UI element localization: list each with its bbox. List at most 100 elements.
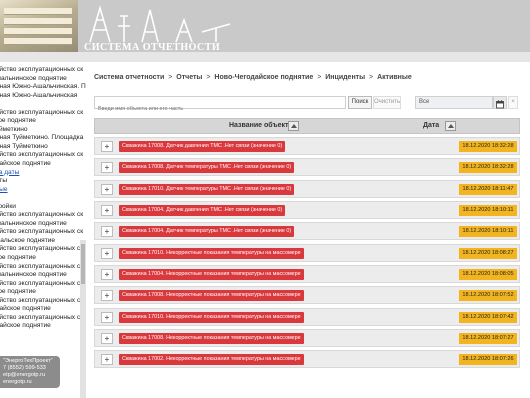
sidebar-tree-item[interactable]: ройство эксплуатационных ск <box>0 151 83 160</box>
table-row: + Скважина 17008. Некорректные показания … <box>94 329 520 348</box>
incident-date-badge: 18.12.2020 18:07:42 <box>459 311 517 323</box>
breadcrumb-separator: > <box>206 74 211 81</box>
plus-icon: + <box>104 163 110 173</box>
system-title: СИСТЕМА ОТЧЕТНОСТИ <box>84 42 221 53</box>
column-header-name: Название объекта <box>229 122 293 129</box>
sort-date-button[interactable] <box>445 121 456 131</box>
incident-date-badge: 18.12.2020 18:07:26 <box>459 354 517 366</box>
incident-title-badge[interactable]: Скважина 17008. Датчик давления ТМС .Нет… <box>119 141 286 152</box>
expand-button[interactable]: + <box>101 141 113 152</box>
sidebar-tree-item[interactable]: ройство эксплуатационных ск <box>0 228 83 237</box>
sort-name-button[interactable] <box>288 121 299 131</box>
expand-button[interactable]: + <box>101 226 113 238</box>
table-row: + Скважина 17010. Датчик температуры ТМС … <box>94 179 520 198</box>
sidebar-tree-item[interactable]: ройство эксплуатационных ск <box>0 245 83 254</box>
incident-date-badge: 18.12.2020 18:07:27 <box>459 333 517 345</box>
breadcrumb-item[interactable]: Инциденты <box>325 74 365 81</box>
incident-title-badge[interactable]: Скважина 17002. Некорректные показания т… <box>119 354 304 366</box>
expand-button[interactable]: + <box>101 354 113 366</box>
breadcrumb-separator: > <box>168 74 173 81</box>
sidebar-tree-item[interactable]: ское поднятие <box>0 117 80 126</box>
plus-icon: + <box>104 312 110 322</box>
breadcrumb-separator: > <box>369 74 374 81</box>
sidebar-tree-item[interactable]: ское поднятие <box>0 254 80 263</box>
incident-date-badge: 18.12.2020 18:10:11 <box>459 226 517 238</box>
tree-list: ройство эксплуатационных скашальнинское … <box>0 66 86 331</box>
expand-button[interactable]: + <box>101 311 113 323</box>
table-row: + Скважина 17010. Некорректные показания … <box>94 307 520 326</box>
search-button[interactable]: Поиск <box>348 96 372 109</box>
sidebar-tree-item[interactable]: адайское поднятие <box>0 160 80 169</box>
sidebar-tree-item[interactable]: ское поднятие <box>0 288 80 297</box>
incident-title-badge[interactable]: Скважина 17010. Датчик температуры ТМС .… <box>119 183 295 195</box>
expand-button[interactable]: + <box>101 333 113 345</box>
clear-button[interactable]: Очистить <box>373 96 401 109</box>
plus-icon: + <box>104 270 110 280</box>
incident-title-badge[interactable]: Скважина 17004. Некорректные показания т… <box>119 269 304 281</box>
expand-button[interactable]: + <box>101 183 113 195</box>
sidebar-tree-item[interactable]: 13 <box>0 100 80 109</box>
sidebar-tree-item[interactable]: ройство эксплуатационных ск <box>0 66 83 75</box>
sidebar-tree-item[interactable]: стройки <box>0 203 80 212</box>
sidebar-tree-item[interactable]: адайское поднятие <box>0 322 80 331</box>
breadcrumb-item[interactable]: Ново-Чегодайское поднятие <box>214 74 313 81</box>
date-clear-button[interactable]: × <box>508 96 518 109</box>
contact-site[interactable]: energotp.ru <box>3 379 57 386</box>
sidebar-tree-item[interactable]: вные <box>0 186 80 195</box>
contact-box: "ЭнергоТехПроект" 7 (8552) 599-533 etp@e… <box>0 356 60 388</box>
sidebar-tree-item[interactable]: йка даты <box>0 169 80 178</box>
sort-icon <box>448 124 454 128</box>
incident-title-badge[interactable]: Скважина 17008. Датчик температуры ТМС .… <box>119 162 295 174</box>
breadcrumb-item[interactable]: Система отчетности <box>94 74 164 81</box>
incident-title-badge[interactable]: Скважина 17010. Некорректные показания т… <box>119 311 304 323</box>
column-header-date: Дата <box>423 122 440 129</box>
expand-button[interactable]: + <box>101 205 113 217</box>
breadcrumb: Система отчетности > Отчеты > Ново-Чегод… <box>94 74 412 81</box>
expand-button[interactable]: + <box>101 162 113 174</box>
calendar-button[interactable] <box>493 96 507 109</box>
contact-company: "ЭнергоТехПроект" <box>3 358 53 364</box>
oil-derricks-image <box>89 5 231 43</box>
incident-date-badge: 18.12.2020 18:08:05 <box>459 269 517 281</box>
table-row: + Скважина 17004. Датчик температуры ТМС … <box>94 222 520 241</box>
incident-title-badge[interactable]: Скважина 17008. Некорректные показания т… <box>119 290 304 302</box>
date-filter-field[interactable]: Все <box>415 96 493 109</box>
search-input[interactable] <box>95 103 351 115</box>
table-row: + Скважина 17004. Некорректные показания … <box>94 265 520 284</box>
sidebar-tree-item[interactable]: ет <box>0 194 80 203</box>
sidebar-tree-item[interactable]: ройство эксплуатационных ск <box>0 109 83 118</box>
table-row: + Скважина 17002. Некорректные показания … <box>94 350 520 369</box>
contact-email[interactable]: etp@energotp.ru <box>3 372 57 379</box>
incident-title-badge[interactable]: Скважина 17004. Датчик давления ТМС .Нет… <box>119 205 286 217</box>
incident-date-badge: 18.12.2020 18:08:27 <box>459 247 517 259</box>
sidebar-tree-item[interactable]: ройство эксплуатационных ск <box>0 263 83 272</box>
expand-button[interactable]: + <box>101 290 113 302</box>
table-row: + Скважина 17008. Некорректные показания … <box>94 286 520 305</box>
expand-button[interactable]: + <box>101 247 113 259</box>
sidebar-tree-item[interactable]: адная Южно-Ашальчинская <box>0 92 80 101</box>
sidebar-tree-item[interactable]: ройство эксплуатационных ск <box>0 280 83 289</box>
incident-title-badge[interactable]: Скважина 17008. Некорректные показания т… <box>119 333 304 345</box>
sidebar-tree-item[interactable]: адайское поднятие <box>0 305 80 314</box>
incident-title-badge[interactable]: Скважина 17010. Некорректные показания т… <box>119 247 304 259</box>
sidebar-tree-item[interactable]: ашальнинское поднятие <box>0 271 80 280</box>
breadcrumb-separator: > <box>317 74 322 81</box>
incident-title-badge[interactable]: Скважина 17004. Датчик температуры ТМС .… <box>119 226 295 238</box>
incident-date-badge: 18.12.2020 18:32:28 <box>459 162 517 174</box>
table-row: + Скважина 17010. Некорректные показания … <box>94 243 520 262</box>
incident-list: + Скважина 17008. Датчик давления ТМС .Не… <box>94 137 520 372</box>
table-row: + Скважина 17008. Датчик температуры ТМС … <box>94 158 520 177</box>
sidebar-tree-item[interactable]: ройство эксплуатационных ск <box>0 211 83 220</box>
breadcrumb-item[interactable]: Отчеты <box>176 74 202 81</box>
sidebar-tree-item[interactable]: адная Южно-Ашальчинская. П <box>0 83 86 92</box>
search-box[interactable] <box>94 96 351 115</box>
sidebar-tree-item[interactable]: адная Туйметкино. Площадка <box>0 134 83 143</box>
expand-button[interactable]: + <box>101 269 113 281</box>
plus-icon: + <box>104 206 110 216</box>
sidebar-scrollbar[interactable] <box>80 240 86 398</box>
sidebar-tree-item[interactable]: енты <box>0 177 80 186</box>
plus-icon: + <box>104 355 110 365</box>
sidebar-tree-item[interactable]: ашальнинское поднятие <box>0 75 80 84</box>
scrollbar-thumb[interactable] <box>81 244 85 284</box>
incident-date-badge: 18.12.2020 18:10:11 <box>459 205 517 217</box>
